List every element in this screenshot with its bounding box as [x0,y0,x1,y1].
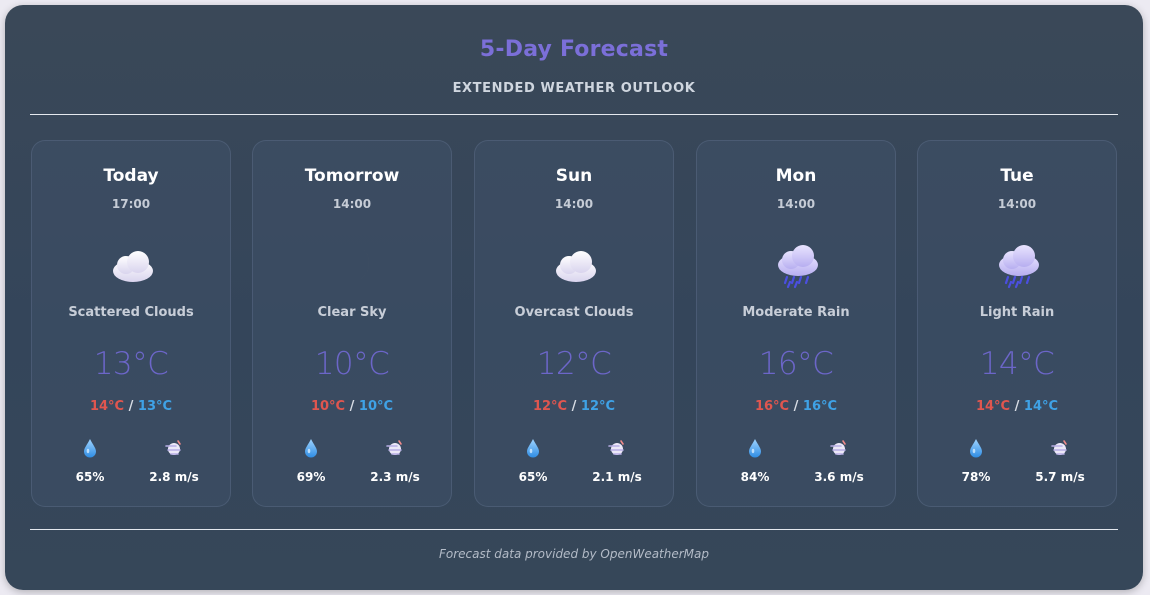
wind-stat: 5.7 m/s [1025,437,1095,484]
card-time: 14:00 [776,197,816,211]
scattered-clouds-icon [113,251,153,282]
footer-divider [30,529,1118,530]
overcast-clouds-icon [556,251,596,282]
range-separator: / [124,399,138,414]
wind-icon [386,440,402,455]
wind-icon [1051,440,1067,455]
card-temperature: 10°C [314,346,390,382]
card-temp-high: 14°C [975,399,1011,414]
humidity-stat: 84% [720,437,790,484]
card-time: 14:00 [997,197,1037,211]
water-drop-icon [305,439,317,458]
humidity-stat: 78% [941,437,1011,484]
humidity-stat: 65% [55,437,125,484]
range-separator: / [789,399,803,414]
card-temp-high: 14°C [89,399,125,414]
card-day: Tue [1000,166,1034,186]
card-time: 17:00 [111,197,151,211]
card-temp-low: 14°C [1023,399,1059,414]
crescent-moon-icon [337,247,369,283]
wind-icon [165,440,181,455]
card-day: Sun [555,166,593,186]
wind-value: 2.3 m/s [370,470,420,484]
card-temp-low: 16°C [802,399,838,414]
card-time: 14:00 [332,197,372,211]
humidity-value: 65% [75,470,105,484]
header-divider [30,114,1118,115]
wind-icon [608,440,624,455]
card-temperature: 16°C [758,346,834,382]
wind-stat: 3.6 m/s [804,437,874,484]
humidity-value: 78% [961,470,991,484]
wind-stat: 2.3 m/s [360,437,430,484]
forecast-card-tomorrow: Tomorrow 14:00 Clear Sky 10°C 10°C / 10°… [252,140,452,507]
forecast-card-mon: Mon 14:00 Moderate Rain 16°C 16°C / 16°C… [696,140,896,507]
card-temp-high: 10°C [310,399,346,414]
card-description: Overcast Clouds [514,305,634,320]
wind-value: 2.1 m/s [592,470,642,484]
humidity-value: 69% [296,470,326,484]
card-day: Tomorrow [304,166,400,186]
water-drop-icon [749,439,761,458]
page-subtitle: EXTENDED WEATHER OUTLOOK [452,81,696,96]
humidity-stat: 69% [276,437,346,484]
range-separator: / [1010,399,1024,414]
range-separator: / [567,399,581,414]
wind-stat: 2.1 m/s [582,437,652,484]
card-temp-low: 10°C [358,399,394,414]
page-title: 5-Day Forecast [479,37,669,62]
humidity-stat: 65% [498,437,568,484]
humidity-value: 84% [740,470,770,484]
card-day: Mon [775,166,817,186]
card-description: Light Rain [979,305,1055,320]
attribution-text: Forecast data provided by OpenWeatherMap [438,547,710,561]
card-temp-range: 12°C / 12°C [475,399,673,414]
card-day: Today [103,166,159,186]
card-description: Scattered Clouds [68,305,194,320]
card-temp-low: 12°C [580,399,616,414]
forecast-card-today: Today 17:00 Scattered Clouds 13°C 14°C /… [31,140,231,507]
card-temp-low: 13°C [137,399,173,414]
forecast-card-tue: Tue 14:00 Light Rain 14°C 14°C / 14°C 78… [917,140,1117,507]
water-drop-icon [527,439,539,458]
card-description: Moderate Rain [742,305,850,320]
forecast-cards: Today 17:00 Scattered Clouds 13°C 14°C /… [31,140,1119,509]
rain-cloud-icon [778,245,818,289]
rain-cloud-icon [999,245,1039,289]
card-temp-high: 12°C [532,399,568,414]
wind-stat: 2.8 m/s [139,437,209,484]
card-temp-range: 14°C / 14°C [918,399,1116,414]
range-separator: / [345,399,359,414]
wind-value: 5.7 m/s [1035,470,1085,484]
forecast-card-sun: Sun 14:00 Overcast Clouds 12°C 12°C / 12… [474,140,674,507]
card-temperature: 14°C [979,346,1055,382]
card-temp-range: 10°C / 10°C [253,399,451,414]
card-temperature: 13°C [93,346,169,382]
card-temp-high: 16°C [754,399,790,414]
card-description: Clear Sky [317,305,387,320]
wind-value: 3.6 m/s [814,470,864,484]
water-drop-icon [84,439,96,458]
card-temp-range: 16°C / 16°C [697,399,895,414]
wind-value: 2.8 m/s [149,470,199,484]
water-drop-icon [970,439,982,458]
card-time: 14:00 [554,197,594,211]
wind-icon [830,440,846,455]
card-temperature: 12°C [536,346,612,382]
forecast-panel: 5-Day Forecast EXTENDED WEATHER OUTLOOK … [5,5,1143,590]
card-temp-range: 14°C / 13°C [32,399,230,414]
humidity-value: 65% [518,470,548,484]
